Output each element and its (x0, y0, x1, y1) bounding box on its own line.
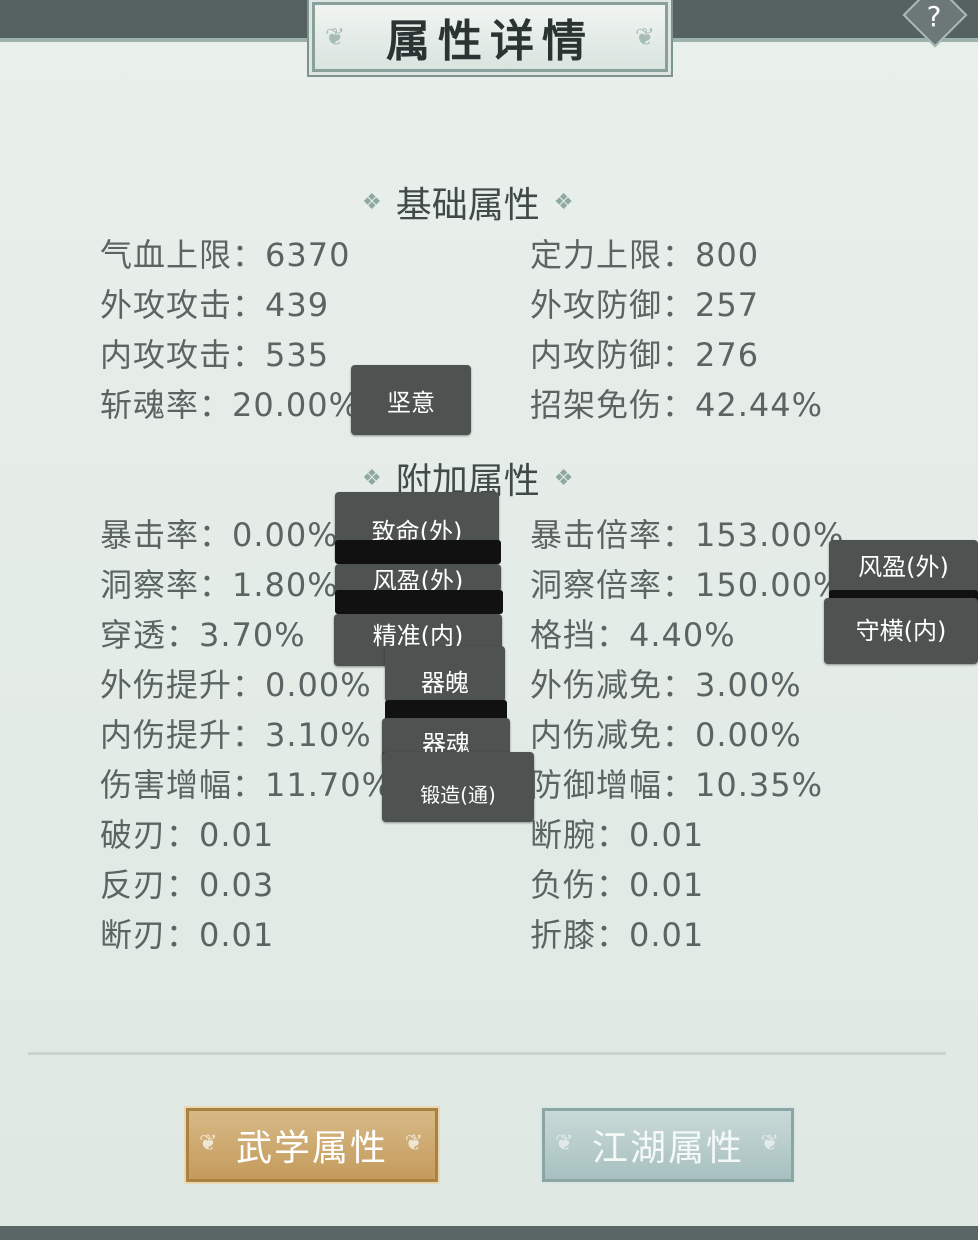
stat-zhaojia: 招架免伤：42.44% (530, 386, 824, 424)
help-button[interactable]: ? (902, 0, 968, 48)
leaf-ornament-icon: ❦ (555, 1131, 576, 1156)
cloud-ornament-icon: ❦ (325, 23, 346, 51)
stat-dingli: 定力上限：800 (530, 236, 760, 274)
leaf-ornament-icon: ❦ (199, 1131, 220, 1156)
tag-qipo[interactable]: 器魄 (385, 646, 505, 702)
stat-dongcha-beilv: 洞察倍率：150.00% (530, 566, 845, 604)
stat-neigong-def: 内攻防御：276 (530, 336, 760, 374)
jianghu-attributes-button[interactable]: ❦ 江湖属性 ❦ (542, 1108, 794, 1182)
stat-gedang: 格挡：4.40% (530, 616, 736, 654)
stat-zhanhun: 斩魂率：20.00% (100, 386, 361, 424)
redaction-bar (335, 590, 503, 614)
section-basic-title: ❖ 基础属性 ❖ (362, 176, 573, 228)
divider (28, 1052, 946, 1055)
tag-duanzao[interactable]: 锻造(通) (382, 752, 534, 822)
stat-neishang-up: 内伤提升：3.10% (100, 716, 372, 754)
stat-neigong-atk: 内攻攻击：535 (100, 336, 330, 374)
stat-dongcha: 洞察率：1.80% (100, 566, 339, 604)
stat-duanren: 断刃：0.01 (100, 916, 275, 954)
stat-fushang: 负伤：0.01 (530, 866, 705, 904)
stat-shanghai-up: 伤害增幅：11.70% (100, 766, 394, 804)
stat-waishang-up: 外伤提升：0.00% (100, 666, 372, 704)
stat-fanren: 反刃：0.03 (100, 866, 275, 904)
stat-duanwan: 断腕：0.01 (530, 816, 705, 854)
stat-qixue: 气血上限：6370 (100, 236, 351, 274)
wuxue-button-label: 武学属性 (235, 1128, 388, 1169)
stat-baoji: 暴击率：0.00% (100, 516, 339, 554)
leaf-ornament-icon: ❦ (404, 1131, 425, 1156)
diamond-ornament-icon: ❖ (553, 465, 574, 491)
help-symbol: ? (926, 0, 942, 33)
stat-zhexi: 折膝：0.01 (530, 916, 705, 954)
tag-shouheng-nei[interactable]: 守横(内) (824, 598, 978, 664)
stat-waishang-down: 外伤减免：3.00% (530, 666, 802, 704)
tag-fengying-wai[interactable]: 风盈(外) (335, 564, 501, 595)
wuxue-attributes-button[interactable]: ❦ 武学属性 ❦ (186, 1108, 438, 1182)
stat-waigong-atk: 外攻攻击：439 (100, 286, 330, 324)
section-basic-label: 基础属性 (395, 185, 540, 226)
diamond-ornament-icon: ❖ (362, 189, 382, 215)
stat-chuantou: 穿透：3.70% (100, 616, 306, 654)
diamond-ornament-icon: ❖ (362, 465, 382, 491)
diamond-ornament-icon: ❖ (553, 189, 574, 215)
stat-baoji-beilv: 暴击倍率：153.00% (530, 516, 845, 554)
title-plate: ❦ 属性详情 ❦ (312, 2, 668, 72)
bottom-bar (0, 1226, 978, 1240)
cloud-ornament-icon: ❦ (634, 23, 655, 51)
stat-neishang-down: 内伤减免：0.00% (530, 716, 802, 754)
tag-jianyi[interactable]: 坚意 (351, 365, 471, 435)
stat-poren: 破刃：0.01 (100, 816, 275, 854)
jianghu-button-label: 江湖属性 (591, 1128, 744, 1169)
stat-fangyu-up: 防御增幅：10.35% (530, 766, 824, 804)
stat-waigong-def: 外攻防御：257 (530, 286, 760, 324)
leaf-ornament-icon: ❦ (760, 1131, 781, 1156)
page-title: 属性详情 (386, 16, 594, 67)
